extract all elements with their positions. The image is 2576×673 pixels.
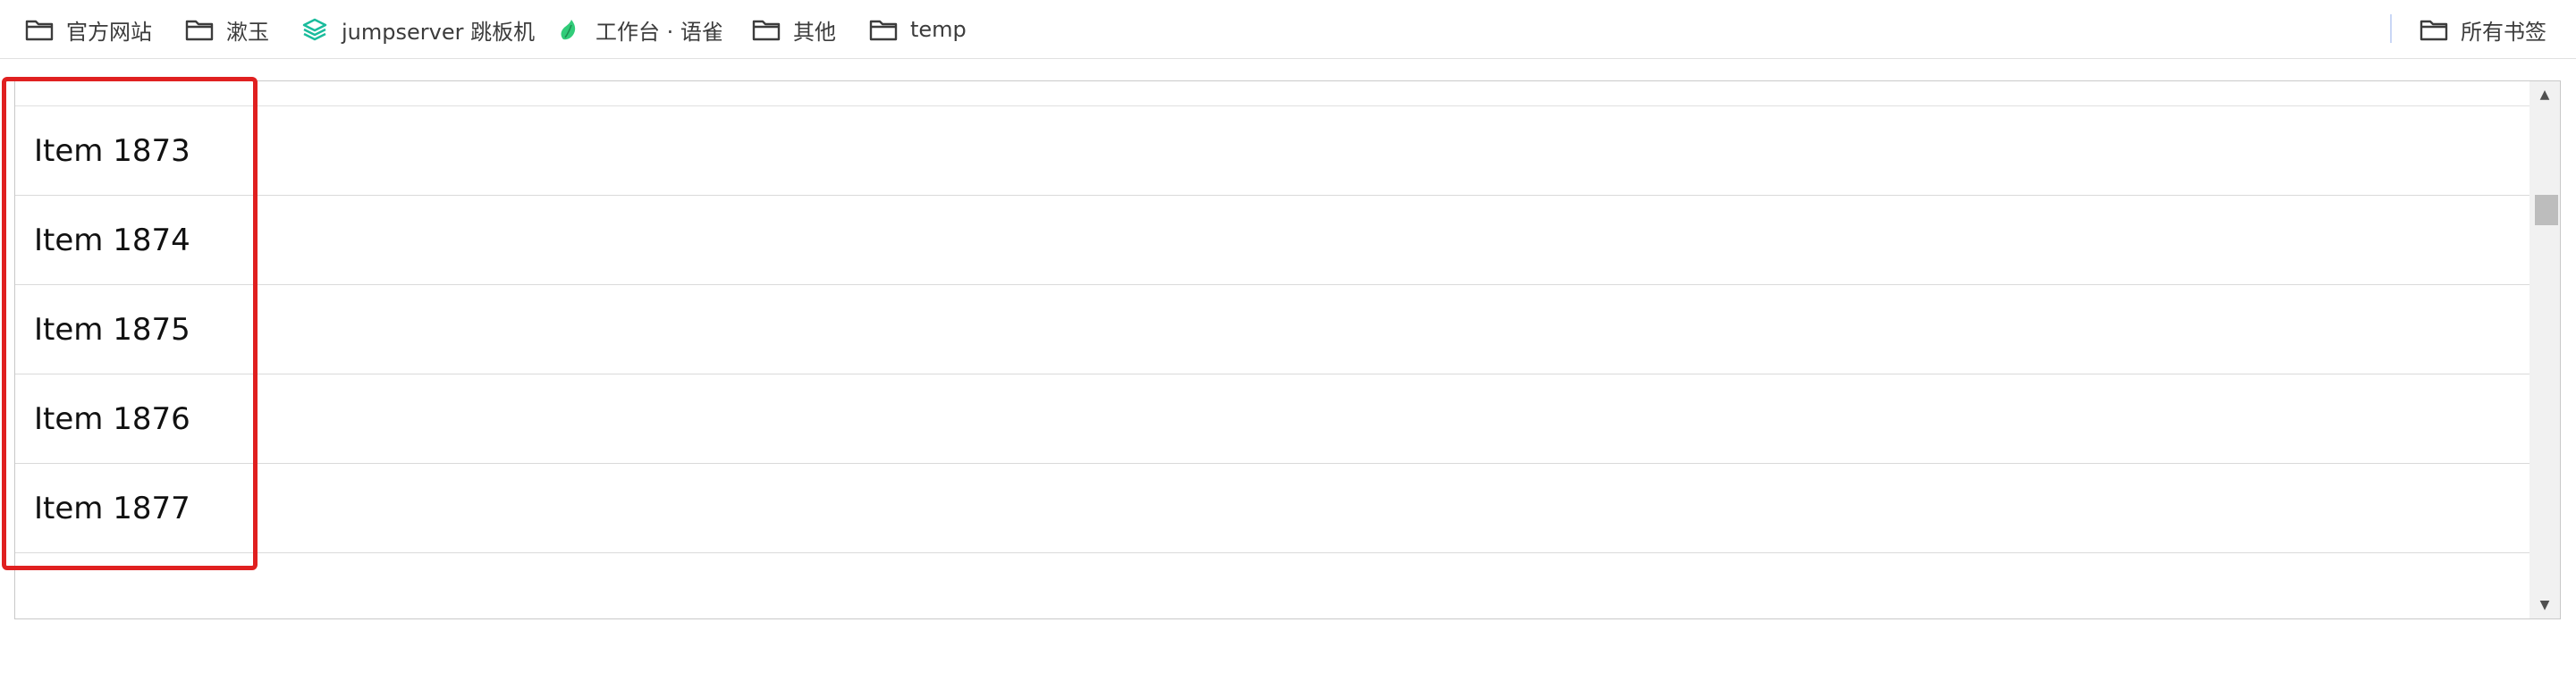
list-item[interactable]: Item 1875 bbox=[15, 285, 2530, 374]
scroll-up-icon[interactable]: ▲ bbox=[2530, 83, 2560, 106]
scrollbar-thumb[interactable] bbox=[2535, 195, 2558, 225]
bookmark-label: jumpserver 跳板机 bbox=[342, 19, 536, 45]
bookmarks-bar: 官方网站 漱玉 jumpserver 跳板机 工作台 · 语雀 其他 temp bbox=[0, 0, 2576, 59]
list-item[interactable]: Item 1873 bbox=[15, 106, 2530, 196]
all-bookmarks-button[interactable]: 所有书签 bbox=[2420, 0, 2546, 59]
bookmark-jumpserver[interactable]: jumpserver 跳板机 bbox=[300, 0, 535, 59]
bookmark-label: 其他 bbox=[793, 19, 836, 45]
list-item[interactable]: Item 1877 bbox=[15, 464, 2530, 553]
bookmark-label: temp bbox=[910, 17, 967, 42]
folder-icon bbox=[25, 18, 54, 41]
yuque-logo-icon bbox=[554, 18, 583, 41]
vertical-scrollbar[interactable]: ▲ ▼ bbox=[2530, 81, 2560, 618]
scroll-down-icon[interactable]: ▼ bbox=[2530, 593, 2560, 617]
jumpserver-logo-icon bbox=[300, 18, 329, 41]
bookmark-label: 官方网站 bbox=[66, 19, 152, 45]
list-item-label: Item 1873 bbox=[34, 132, 190, 169]
folder-icon bbox=[185, 18, 214, 41]
folder-icon bbox=[2420, 18, 2448, 41]
folder-icon bbox=[752, 18, 781, 41]
list-item[interactable]: Item 1876 bbox=[15, 374, 2530, 464]
bookmark-shuyu[interactable]: 漱玉 bbox=[185, 0, 269, 59]
list-item-label: Item 1875 bbox=[34, 311, 190, 348]
list-item[interactable]: Item 1874 bbox=[15, 196, 2530, 285]
bookmark-temp[interactable]: temp bbox=[869, 0, 967, 59]
bookmark-official-site[interactable]: 官方网站 bbox=[25, 0, 152, 59]
bookmarks-divider bbox=[2390, 14, 2392, 43]
list-item-label: Item 1877 bbox=[34, 490, 190, 526]
virtual-list[interactable]: Item 1873 Item 1874 Item 1875 Item 1876 … bbox=[14, 80, 2561, 619]
bookmark-label: 工作台 · 语雀 bbox=[595, 19, 723, 45]
bookmark-label: 漱玉 bbox=[226, 19, 269, 45]
list-item-label: Item 1874 bbox=[34, 222, 190, 258]
bookmark-other[interactable]: 其他 bbox=[752, 0, 836, 59]
list-item-label: Item 1876 bbox=[34, 400, 190, 437]
bookmark-yuque[interactable]: 工作台 · 语雀 bbox=[554, 0, 723, 59]
bookmark-label: 所有书签 bbox=[2461, 19, 2546, 45]
folder-icon bbox=[869, 18, 898, 41]
